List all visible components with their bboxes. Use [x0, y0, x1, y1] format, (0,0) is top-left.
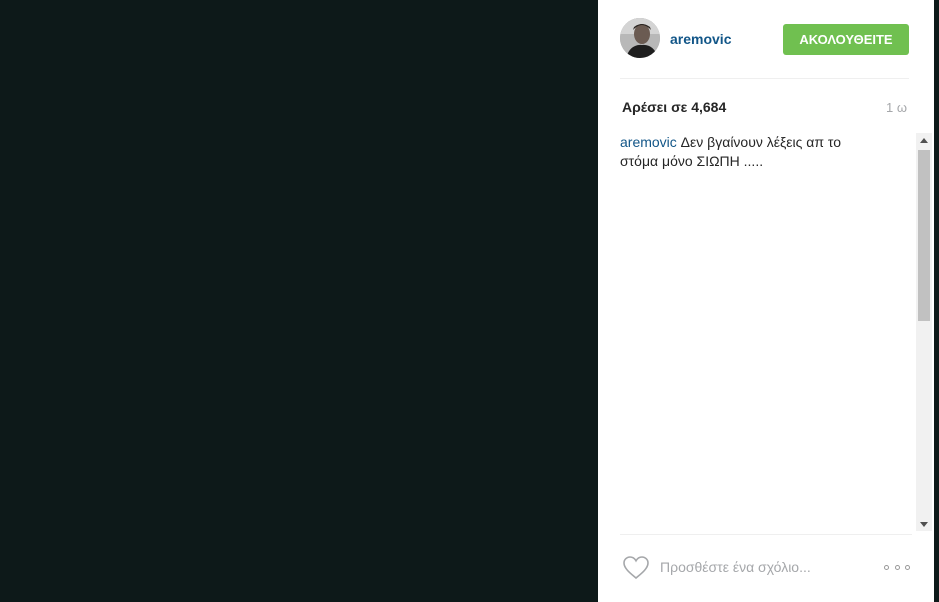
- header-divider: [620, 78, 909, 79]
- ellipsis-icon: [905, 564, 910, 570]
- avatar-image: [620, 18, 660, 58]
- triangle-up-icon: [920, 137, 928, 143]
- comment-input[interactable]: [660, 556, 860, 578]
- scroll-thumb[interactable]: [918, 150, 930, 321]
- scroll-up-arrow[interactable]: [916, 133, 932, 147]
- post-photo[interactable]: [0, 0, 598, 602]
- more-options-button[interactable]: [884, 560, 910, 574]
- heart-outline-icon: [623, 556, 649, 580]
- caption: aremovic Δεν βγαίνουν λέξεις απ το στόμα…: [620, 133, 880, 171]
- post-time[interactable]: 1 ω: [886, 100, 907, 115]
- triangle-down-icon: [920, 521, 928, 527]
- avatar[interactable]: [620, 18, 660, 58]
- comments-scrollbar[interactable]: [916, 133, 932, 531]
- comments-list: aremovic Δεν βγαίνουν λέξεις απ το στόμα…: [620, 133, 912, 533]
- username-link[interactable]: aremovic: [670, 31, 731, 47]
- scroll-down-arrow[interactable]: [916, 517, 932, 531]
- post-header: aremovic ΑΚΟΛΟΥΘΕΙΤΕ: [598, 0, 934, 78]
- like-button[interactable]: [622, 555, 650, 580]
- backdrop-strip: [934, 0, 939, 602]
- post-side-panel: aremovic ΑΚΟΛΟΥΘΕΙΤΕ Αρέσει σε 4,684 1 ω…: [598, 0, 934, 602]
- follow-button[interactable]: ΑΚΟΛΟΥΘΕΙΤΕ: [783, 24, 909, 55]
- ellipsis-icon: [894, 564, 900, 570]
- caption-username-link[interactable]: aremovic: [620, 134, 677, 150]
- ellipsis-icon: [884, 564, 889, 570]
- footer-divider: [620, 534, 912, 535]
- likes-count[interactable]: Αρέσει σε 4,684: [622, 99, 726, 115]
